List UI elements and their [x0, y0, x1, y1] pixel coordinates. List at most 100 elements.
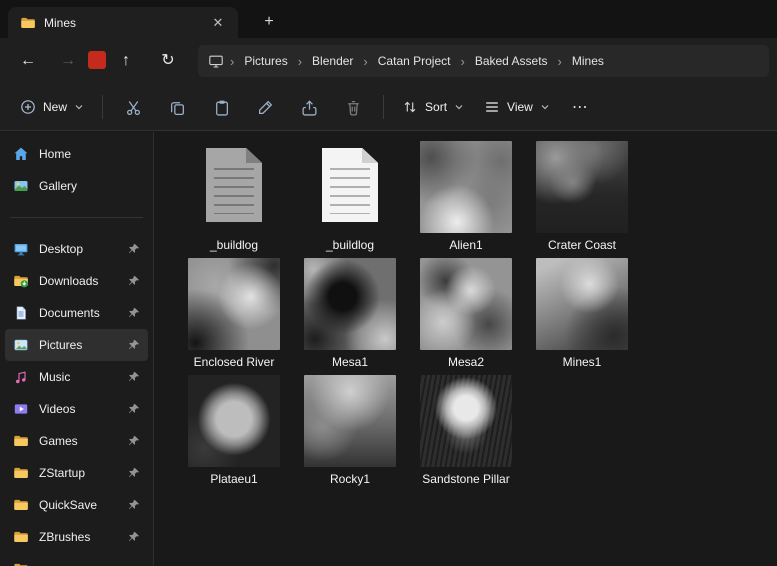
chevron-down-icon: [454, 102, 464, 112]
gallery-icon: [13, 178, 29, 194]
sidebar-item-downloads[interactable]: Downloads: [5, 265, 148, 297]
delete-icon: [345, 99, 362, 116]
red-indicator: [88, 51, 106, 69]
command-toolbar: New Sort View ⋯: [0, 84, 777, 131]
file-list-pane: _buildlog _buildlog Alien1 Crater Coast: [154, 132, 777, 566]
sidebar-item-music[interactable]: Music: [5, 361, 148, 393]
file-item[interactable]: Crater Coast: [524, 141, 640, 258]
files-grid: _buildlog _buildlog Alien1 Crater Coast: [154, 132, 739, 492]
sidebar-item-label: Music: [39, 370, 71, 384]
file-name: Mesa2: [447, 355, 485, 369]
breadcrumb-item-mines[interactable]: Mines: [564, 50, 612, 72]
sidebar-item-label: Documents: [39, 306, 100, 320]
sidebar-item-games[interactable]: Games: [5, 425, 148, 457]
new-button[interactable]: New: [10, 91, 94, 123]
sort-button[interactable]: Sort: [392, 91, 474, 123]
file-thumbnail: [188, 258, 280, 350]
file-name: Mines1: [562, 355, 602, 369]
sidebar-item-pictures[interactable]: Pictures: [5, 329, 148, 361]
file-item[interactable]: _buildlog: [292, 141, 408, 258]
file-item[interactable]: Mines1: [524, 258, 640, 375]
chevron-down-icon: [540, 102, 550, 112]
pin-icon: [128, 531, 140, 543]
sidebar-item-gallery[interactable]: Gallery: [5, 170, 148, 202]
sidebar-item-home[interactable]: Home: [5, 138, 148, 170]
file-item[interactable]: Plataeu1: [176, 375, 292, 492]
desktop-icon: [13, 241, 29, 257]
divider: [10, 217, 143, 218]
address-bar[interactable]: › Pictures › Blender › Catan Project › B…: [198, 45, 769, 77]
titlebar: Mines ✕ +: [0, 0, 777, 38]
breadcrumb-item-pictures[interactable]: Pictures: [236, 50, 295, 72]
folder-icon: [13, 561, 29, 566]
new-tab-button[interactable]: +: [256, 9, 282, 35]
delete-button[interactable]: [331, 89, 375, 125]
sidebar-item-label: Games: [39, 434, 78, 448]
file-item[interactable]: Enclosed River: [176, 258, 292, 375]
sidebar-item-zstartup[interactable]: ZStartup: [5, 457, 148, 489]
file-name: Sandstone Pillar: [422, 472, 510, 486]
navigation-pane: Home Gallery Desktop Downloads Documents…: [0, 132, 154, 566]
sidebar-item-desktop[interactable]: Desktop: [5, 233, 148, 265]
file-thumbnail: [420, 141, 512, 233]
file-item[interactable]: Rocky1: [292, 375, 408, 492]
rename-button[interactable]: [243, 89, 287, 125]
rename-icon: [257, 99, 274, 116]
videos-icon: [13, 401, 29, 417]
pin-icon: [128, 403, 140, 415]
breadcrumb-separator: ›: [557, 53, 562, 69]
sidebar-item-label: Home: [39, 147, 72, 161]
sort-icon: [402, 99, 418, 115]
file-thumbnail: [420, 258, 512, 350]
breadcrumb-item-catan-project[interactable]: Catan Project: [370, 50, 459, 72]
sidebar-item-zbrushes[interactable]: ZBrushes: [5, 521, 148, 553]
file-thumbnail: [188, 375, 280, 467]
cut-icon: [125, 99, 142, 116]
sidebar-item-videos[interactable]: Videos: [5, 393, 148, 425]
sidebar-item-quicksave[interactable]: QuickSave: [5, 489, 148, 521]
explorer-tab[interactable]: Mines ✕: [8, 7, 238, 38]
sidebar-item-documents[interactable]: Documents: [5, 297, 148, 329]
sidebar-item-label: Videos: [39, 402, 76, 416]
pin-icon: [128, 467, 140, 479]
monitor-icon[interactable]: [208, 53, 224, 69]
file-item[interactable]: Mesa2: [408, 258, 524, 375]
file-item[interactable]: _buildlog: [176, 141, 292, 258]
breadcrumb-separator: ›: [297, 53, 303, 69]
breadcrumb-item-baked-assets[interactable]: Baked Assets: [467, 50, 556, 72]
sidebar-item-clipped[interactable]: [5, 553, 148, 566]
file-item[interactable]: Sandstone Pillar: [408, 375, 524, 492]
paste-button[interactable]: [199, 89, 243, 125]
pin-icon: [128, 499, 140, 511]
copy-button[interactable]: [155, 89, 199, 125]
refresh-button[interactable]: ↻: [152, 46, 184, 76]
text-file-icon: [304, 141, 396, 233]
file-name: Mesa1: [331, 355, 369, 369]
divider: [383, 95, 385, 119]
new-icon: [20, 99, 36, 115]
more-options-button[interactable]: ⋯: [560, 97, 601, 117]
file-thumbnail: [536, 141, 628, 233]
share-button[interactable]: [287, 89, 331, 125]
forward-button[interactable]: →: [52, 46, 84, 76]
downloads-folder-icon: [13, 273, 29, 289]
folder-icon: [13, 433, 29, 449]
back-button[interactable]: ←: [12, 46, 44, 76]
sort-button-label: Sort: [425, 100, 448, 114]
file-name: Plataeu1: [210, 472, 258, 486]
cut-button[interactable]: [111, 89, 155, 125]
sidebar-item-label: Pictures: [39, 338, 83, 352]
view-icon: [484, 99, 500, 115]
pin-icon: [128, 243, 140, 255]
music-icon: [13, 369, 29, 385]
file-item[interactable]: Mesa1: [292, 258, 408, 375]
breadcrumb-item-blender[interactable]: Blender: [304, 50, 361, 72]
up-button[interactable]: ↑: [110, 46, 142, 76]
pictures-icon: [13, 337, 29, 353]
file-name: _buildlog: [209, 238, 259, 252]
pin-icon: [128, 307, 140, 319]
breadcrumb-separator: ›: [230, 53, 235, 69]
tab-close-icon[interactable]: ✕: [208, 13, 228, 33]
view-button[interactable]: View: [474, 91, 560, 123]
file-item[interactable]: Alien1: [408, 141, 524, 258]
